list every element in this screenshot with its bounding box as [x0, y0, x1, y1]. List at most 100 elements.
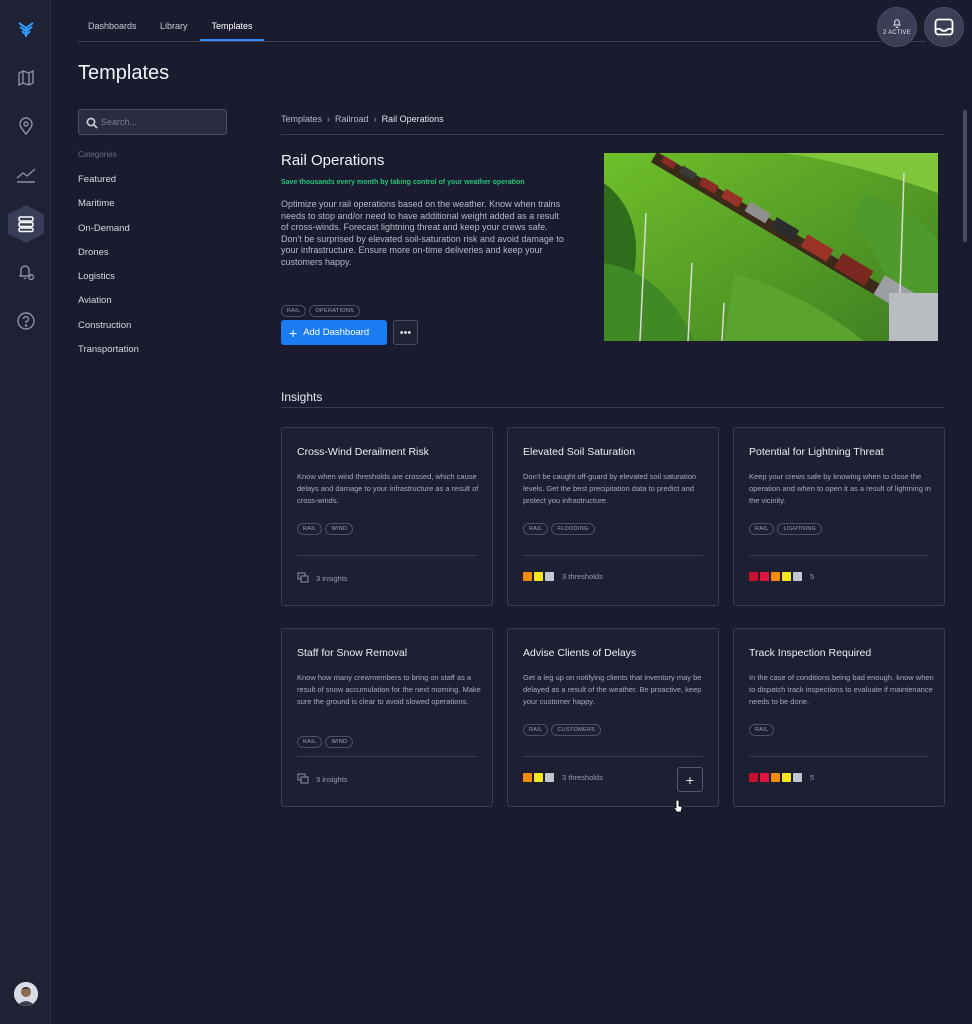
insight-card[interactable]: Staff for Snow Removal Know how many crew… [281, 628, 493, 807]
template-hero-image [604, 153, 938, 341]
add-insight-button[interactable]: + [677, 767, 703, 792]
insight-card[interactable]: Track Inspection Required In the case of … [733, 628, 945, 807]
search-input[interactable] [101, 114, 221, 130]
insight-card[interactable]: Advise Clients of Delays Get a leg up on … [507, 628, 719, 807]
tag-pill: RAIL [297, 736, 323, 748]
insight-description: Get a leg up on notifying clients that i… [523, 673, 702, 706]
categories-title: Categories [78, 150, 117, 159]
insight-footer-label: 3 thresholds [562, 572, 603, 581]
divider [523, 756, 703, 757]
insight-title: Elevated Soil Saturation [523, 446, 636, 458]
threshold-swatch [782, 773, 791, 782]
insight-footer: 3 thresholds [523, 773, 603, 782]
insight-footer-label: 5 [810, 572, 815, 581]
active-alerts-button[interactable]: 2 ACTIVE [877, 7, 917, 47]
add-dashboard-button[interactable]: + Add Dashboard [281, 320, 387, 345]
divider [749, 756, 929, 757]
insight-tags: RAIL [749, 718, 777, 736]
category-construction[interactable]: Construction [78, 320, 131, 331]
divider [297, 756, 477, 757]
tag-pill: WIND [325, 736, 354, 748]
tag-pill: CUSTOMERS [551, 724, 602, 736]
mouse-cursor [673, 799, 683, 819]
category-featured[interactable]: Featured [78, 174, 116, 185]
trend-chart-icon[interactable] [12, 161, 40, 189]
insight-title: Potential for Lightning Threat [749, 446, 884, 458]
inbox-icon [934, 18, 954, 36]
breadcrumb-current: Rail Operations [381, 114, 444, 124]
threshold-swatch [534, 773, 543, 782]
tag-pill: OPERATIONS [309, 305, 361, 317]
template-description: Optimize your rail operations based on t… [281, 199, 564, 267]
divider [281, 134, 944, 135]
category-aviation[interactable]: Aviation [78, 295, 112, 306]
location-pin-icon[interactable] [12, 112, 40, 140]
insight-footer-label: 5 [810, 773, 815, 782]
insight-footer: 5 [749, 773, 814, 782]
scrollbar[interactable] [963, 110, 967, 242]
top-nav: Dashboards Library Templates [78, 0, 926, 42]
threshold-swatch [771, 773, 780, 782]
category-logistics[interactable]: Logistics [78, 271, 115, 282]
threshold-swatch [534, 572, 543, 581]
user-avatar[interactable] [14, 982, 38, 1006]
category-maritime[interactable]: Maritime [78, 198, 114, 209]
category-transportation[interactable]: Transportation [78, 344, 139, 355]
search-box[interactable] [78, 109, 227, 135]
alert-bell-icon[interactable] [12, 258, 40, 286]
divider [749, 555, 929, 556]
breadcrumb-railroad[interactable]: Railroad [335, 114, 369, 124]
tag-pill: RAIL [523, 724, 549, 736]
more-options-button[interactable]: ••• [393, 320, 418, 345]
tag-pill: FLOODING [551, 523, 595, 535]
tag-pill: RAIL [523, 523, 549, 535]
threshold-swatch [782, 572, 791, 581]
logo-icon[interactable] [12, 15, 40, 43]
insight-description: In the case of conditions being bad enou… [749, 673, 934, 706]
chevron-right-icon: › [327, 114, 331, 124]
breadcrumb: Templates › Railroad › Rail Operations [281, 114, 444, 124]
insight-card[interactable]: Elevated Soil Saturation Don't be caught … [507, 427, 719, 606]
plus-icon: + [685, 771, 695, 788]
map-icon[interactable] [12, 64, 40, 92]
insight-tags: RAIL WIND [297, 517, 356, 535]
category-on-demand[interactable]: On-Demand [78, 223, 130, 234]
breadcrumb-templates[interactable]: Templates [281, 114, 322, 124]
tag-pill: RAIL [281, 305, 307, 317]
divider [281, 407, 944, 408]
insight-tags: RAIL WIND [297, 730, 356, 748]
tag-pill: RAIL [749, 724, 775, 736]
bell-icon [893, 19, 901, 28]
threshold-swatch [545, 572, 554, 581]
insight-footer: 5 [749, 572, 814, 581]
tab-templates[interactable]: Templates [200, 0, 264, 41]
chevron-right-icon: › [373, 114, 377, 124]
template-tags: RAIL OPERATIONS [281, 299, 363, 317]
threshold-swatch [749, 572, 758, 581]
threshold-swatch [793, 572, 802, 581]
page-title: Templates [78, 62, 170, 84]
template-tagline: Save thousands every month by taking con… [281, 179, 525, 186]
insight-tags: RAIL LIGHTNING [749, 517, 825, 535]
insight-card[interactable]: Potential for Lightning Threat Keep your … [733, 427, 945, 606]
inbox-button[interactable] [924, 7, 964, 47]
insight-tags: RAIL CUSTOMERS [523, 718, 604, 736]
tab-library[interactable]: Library [160, 0, 188, 41]
help-icon[interactable] [12, 307, 40, 335]
insight-title: Track Inspection Required [749, 647, 872, 659]
layers-icon [297, 773, 309, 786]
threshold-swatch [760, 773, 769, 782]
threshold-swatch [771, 572, 780, 581]
tag-pill: LIGHTNING [777, 523, 823, 535]
tag-pill: RAIL [297, 523, 323, 535]
insight-card[interactable]: Cross-Wind Derailment Risk Know when wind… [281, 427, 493, 606]
templates-icon[interactable] [8, 205, 44, 243]
divider [297, 555, 477, 556]
tag-pill: WIND [325, 523, 354, 535]
category-drones[interactable]: Drones [78, 247, 109, 258]
insight-description: Know how many crewmembers to bring on st… [297, 673, 481, 706]
threshold-swatch [545, 773, 554, 782]
threshold-swatch [523, 773, 532, 782]
tab-dashboards[interactable]: Dashboards [88, 0, 137, 41]
insight-footer: 3 insights [297, 773, 348, 786]
